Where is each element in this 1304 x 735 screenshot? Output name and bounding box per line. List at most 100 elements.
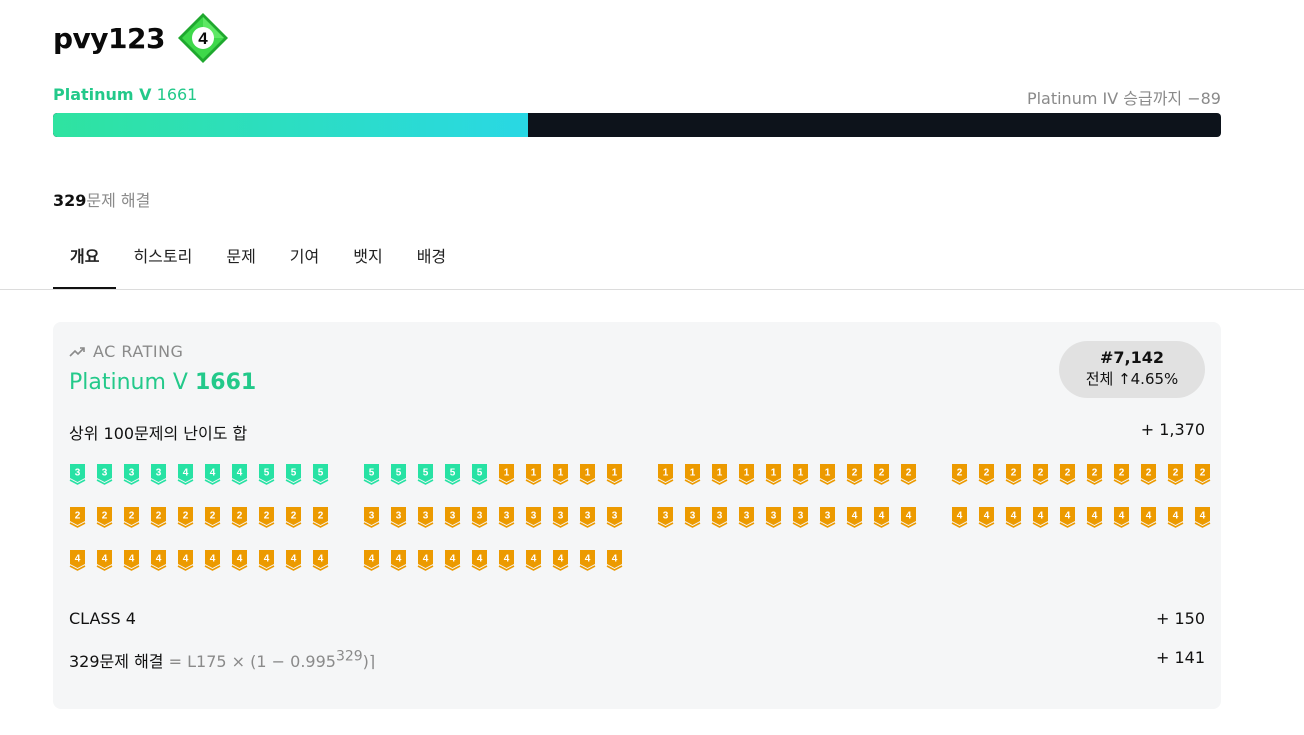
tier-badge-icon[interactable]: 1	[498, 463, 515, 485]
tier-badge-icon[interactable]: 1	[711, 463, 728, 485]
tier-badge-icon[interactable]: 2	[951, 463, 968, 485]
tier-badge-icon[interactable]: 1	[765, 463, 782, 485]
tier-badge-icon[interactable]: 4	[1086, 506, 1103, 528]
tier-badge-icon[interactable]: 3	[444, 506, 461, 528]
rank-pill[interactable]: #7,142 전체 ↑4.65%	[1059, 341, 1205, 398]
tier-badge-icon[interactable]: 1	[552, 463, 569, 485]
tier-badge-icon[interactable]: 4	[900, 506, 917, 528]
tier-badge-icon[interactable]: 4	[951, 506, 968, 528]
tier-badge-icon[interactable]: 3	[498, 506, 515, 528]
tier-badge-icon[interactable]: 5	[312, 463, 329, 485]
tier-badge-icon[interactable]: 5	[258, 463, 275, 485]
tier-badge-icon[interactable]: 4	[312, 549, 329, 571]
tier-badge-icon[interactable]: 4	[1194, 506, 1211, 528]
tier-badge-icon[interactable]: 4	[444, 549, 461, 571]
tab-problems[interactable]: 문제	[209, 230, 272, 289]
tier-badge-icon[interactable]: 2	[1167, 463, 1184, 485]
tier-badge-icon[interactable]: 3	[417, 506, 434, 528]
tier-badge-icon[interactable]: 2	[1140, 463, 1157, 485]
tier-badge-icon[interactable]: 2	[69, 506, 86, 528]
tier-badge-icon[interactable]: 2	[204, 506, 221, 528]
tier-badge-icon[interactable]: 4	[978, 506, 995, 528]
tier-badge-icon[interactable]: 3	[765, 506, 782, 528]
tier-badge-icon[interactable]: 4	[231, 549, 248, 571]
tier-badge-icon[interactable]: 3	[363, 506, 380, 528]
tier-badge-icon[interactable]: 2	[150, 506, 167, 528]
tier-badge-icon[interactable]: 4	[1167, 506, 1184, 528]
tier-badge-icon[interactable]: 5	[471, 463, 488, 485]
tier-badge-icon[interactable]: 4	[498, 549, 515, 571]
tier-badge-icon[interactable]: 1	[738, 463, 755, 485]
tier-badge-icon[interactable]: 4	[231, 463, 248, 485]
tier-badge-icon[interactable]: 4	[69, 549, 86, 571]
tier-badge-icon[interactable]: 4	[96, 549, 113, 571]
tier-badge-icon[interactable]: 1	[684, 463, 701, 485]
tier-badge-icon[interactable]: 4	[1140, 506, 1157, 528]
tier-badge-icon[interactable]: 4	[417, 549, 434, 571]
tier-badge-icon[interactable]: 5	[444, 463, 461, 485]
tier-badge-icon[interactable]: 2	[1005, 463, 1022, 485]
tier-badge-icon[interactable]: 4	[363, 549, 380, 571]
tier-badge-icon[interactable]: 4	[525, 549, 542, 571]
tier-badge-icon[interactable]: 4	[204, 549, 221, 571]
tier-badge-icon[interactable]: 2	[177, 506, 194, 528]
tier-badge-icon[interactable]: 1	[525, 463, 542, 485]
tier-badge-icon[interactable]: 4	[552, 549, 569, 571]
tier-badge-icon[interactable]: 4	[606, 549, 623, 571]
tier-badge-icon[interactable]: 3	[552, 506, 569, 528]
tier-badge-icon[interactable]: 2	[285, 506, 302, 528]
tier-badge-icon[interactable]: 5	[285, 463, 302, 485]
tier-badge-icon[interactable]: 3	[150, 463, 167, 485]
tier-badge-icon[interactable]: 4	[1005, 506, 1022, 528]
tier-badge-icon[interactable]: 4	[471, 549, 488, 571]
tab-backgrounds[interactable]: 배경	[400, 230, 463, 289]
tier-badge-icon[interactable]: 1	[792, 463, 809, 485]
tier-badge-icon[interactable]: 4	[258, 549, 275, 571]
tier-badge-icon[interactable]: 3	[390, 506, 407, 528]
tier-badge-icon[interactable]: 3	[471, 506, 488, 528]
tier-badge-icon[interactable]: 4	[123, 549, 140, 571]
tier-badge-icon[interactable]: 5	[417, 463, 434, 485]
tier-badge-icon[interactable]: 4	[1113, 506, 1130, 528]
tier-badge-icon[interactable]: 5	[390, 463, 407, 485]
tier-badge-icon[interactable]: 3	[819, 506, 836, 528]
tab-badges[interactable]: 뱃지	[336, 230, 399, 289]
tier-badge-icon[interactable]: 3	[684, 506, 701, 528]
tier-badge-icon[interactable]: 4	[177, 549, 194, 571]
tier-badge-icon[interactable]: 4	[846, 506, 863, 528]
tier-badge-icon[interactable]: 2	[846, 463, 863, 485]
tier-badge-icon[interactable]: 1	[579, 463, 596, 485]
tab-overview[interactable]: 개요	[53, 230, 117, 289]
class-badge-icon[interactable]: 4	[177, 12, 229, 64]
tier-badge-icon[interactable]: 2	[978, 463, 995, 485]
tier-badge-icon[interactable]: 3	[525, 506, 542, 528]
tier-badge-icon[interactable]: 1	[657, 463, 674, 485]
tier-badge-icon[interactable]: 3	[657, 506, 674, 528]
tier-badge-icon[interactable]: 1	[819, 463, 836, 485]
tier-badge-icon[interactable]: 3	[711, 506, 728, 528]
tier-badge-icon[interactable]: 5	[363, 463, 380, 485]
tier-badge-icon[interactable]: 2	[900, 463, 917, 485]
tier-badge-icon[interactable]: 4	[150, 549, 167, 571]
tier-badge-icon[interactable]: 2	[1113, 463, 1130, 485]
tier-badge-icon[interactable]: 3	[606, 506, 623, 528]
tier-badge-icon[interactable]: 2	[1032, 463, 1049, 485]
tier-badge-icon[interactable]: 4	[1032, 506, 1049, 528]
tier-badge-icon[interactable]: 3	[579, 506, 596, 528]
tier-badge-icon[interactable]: 4	[1059, 506, 1076, 528]
tier-badge-icon[interactable]: 3	[792, 506, 809, 528]
tier-badge-icon[interactable]: 2	[873, 463, 890, 485]
tier-badge-icon[interactable]: 4	[177, 463, 194, 485]
tier-badge-icon[interactable]: 1	[606, 463, 623, 485]
tier-badge-icon[interactable]: 3	[96, 463, 113, 485]
tier-badge-icon[interactable]: 3	[123, 463, 140, 485]
tier-badge-icon[interactable]: 4	[390, 549, 407, 571]
tier-badge-icon[interactable]: 2	[231, 506, 248, 528]
tier-badge-icon[interactable]: 3	[738, 506, 755, 528]
tier-badge-icon[interactable]: 2	[96, 506, 113, 528]
tier-badge-icon[interactable]: 2	[123, 506, 140, 528]
tier-badge-icon[interactable]: 2	[312, 506, 329, 528]
tier-badge-icon[interactable]: 4	[285, 549, 302, 571]
tier-badge-icon[interactable]: 4	[873, 506, 890, 528]
tier-badge-icon[interactable]: 2	[1086, 463, 1103, 485]
